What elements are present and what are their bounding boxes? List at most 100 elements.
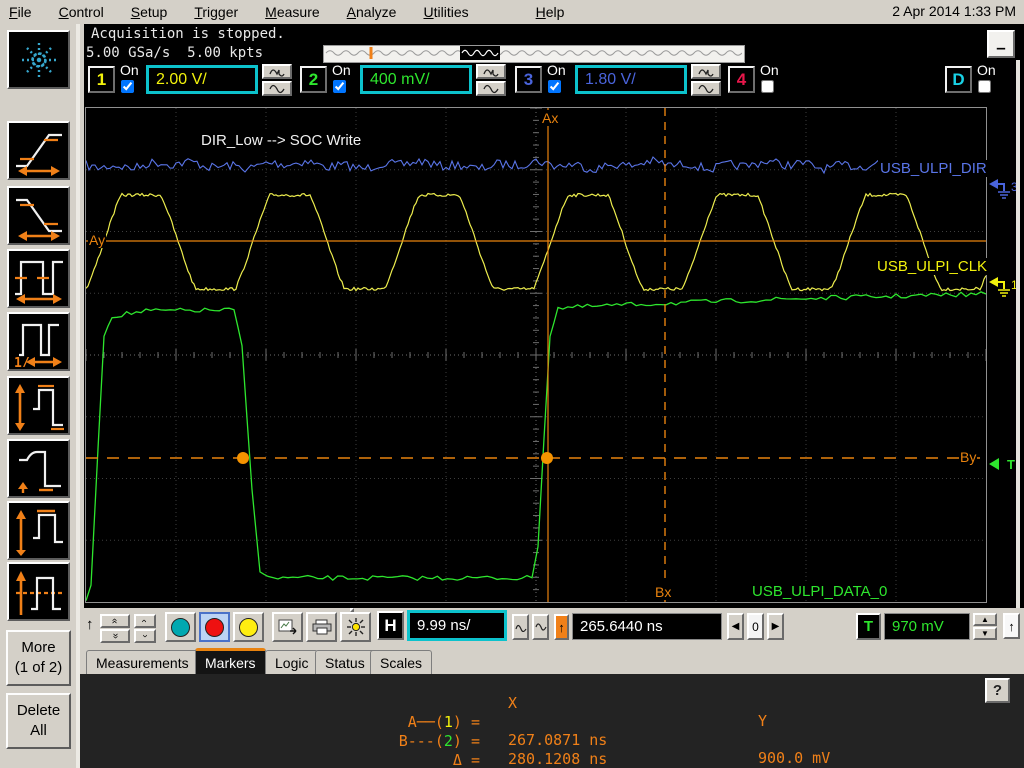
measure-frequency-button[interactable]: 1/ — [7, 312, 70, 371]
more-measurements-button[interactable]: More (1 of 2) — [6, 630, 71, 686]
marker-ax-label[interactable]: Ax — [541, 110, 560, 126]
channel-1-bw-button[interactable] — [262, 81, 292, 96]
marker-ay-label[interactable]: Ay — [88, 232, 107, 248]
measurement-sidebar: 1/ More (1 of 2) Delete All — [0, 24, 80, 768]
delete-all-button[interactable]: Delete All — [6, 693, 71, 749]
channel-3-coupling-button[interactable] — [691, 64, 721, 79]
digital-on-checkbox[interactable] — [978, 80, 991, 93]
logo-button[interactable] — [7, 30, 70, 89]
channel-3-on-checkbox[interactable] — [548, 80, 561, 93]
timebase-scale-field[interactable]: 9.99 ns/ — [407, 610, 507, 641]
fine-up-button[interactable]: › — [134, 614, 156, 628]
tab-measurements[interactable]: Measurements — [86, 650, 199, 674]
menu-analyze[interactable]: Analyze — [347, 4, 397, 20]
channel-3-bw-button[interactable] — [691, 81, 721, 96]
channel-1-on-checkbox[interactable] — [121, 80, 134, 93]
digital-on-label: On — [977, 62, 996, 78]
marker-color-red-button[interactable] — [199, 612, 230, 642]
trigger-level-reference-button[interactable]: ↑ — [1003, 613, 1020, 639]
sample-rate-readout: 5.00 GSa/s 5.00 kpts — [86, 45, 264, 61]
export-image-icon — [278, 619, 296, 635]
channel-2-on-checkbox[interactable] — [333, 80, 346, 93]
tab-markers[interactable]: Markers — [195, 648, 266, 674]
bottom-tab-bar: Measurements Markers Logic Status Scales — [80, 648, 1024, 674]
channel-2-coupling-button[interactable] — [476, 64, 506, 79]
measure-base-button[interactable] — [7, 439, 70, 498]
marker-color-teal-button[interactable] — [165, 612, 196, 642]
print-button[interactable] — [306, 612, 337, 642]
acquisition-status: Acquisition is stopped. — [91, 26, 285, 42]
amplitude-icon — [14, 383, 64, 431]
svg-text:T: T — [1007, 457, 1015, 472]
channel-2-scale-field[interactable]: 400 mV/ — [360, 65, 472, 94]
menu-setup[interactable]: Setup — [131, 4, 168, 20]
marker-bx-label[interactable]: Bx — [654, 584, 673, 600]
channel-2-wave-buttons — [476, 64, 506, 96]
channel-3-button[interactable]: 3 — [515, 66, 542, 93]
channel-4-on-checkbox[interactable] — [761, 80, 774, 93]
tab-logic[interactable]: Logic — [265, 650, 319, 674]
export-image-button[interactable] — [272, 612, 303, 642]
trigger-time-reference-button[interactable]: ↑ — [554, 614, 569, 640]
help-button[interactable]: ? — [985, 678, 1010, 703]
display-brightness-button[interactable] — [340, 612, 371, 642]
trigger-level-up-button[interactable]: ▲ — [973, 613, 997, 626]
delete-label-2: All — [30, 722, 47, 739]
delete-label-1: Delete — [16, 702, 61, 719]
digital-channels-button[interactable]: D — [945, 66, 972, 93]
minimize-button[interactable]: – — [987, 30, 1015, 58]
channel-2-on-label: On — [332, 62, 351, 78]
measure-amplitude-button[interactable] — [7, 376, 70, 435]
measure-fall-time-button[interactable] — [7, 186, 70, 245]
tab-status[interactable]: Status — [315, 650, 375, 674]
trace-label-usb-ulpi-clk: USB_ULPI_CLK — [875, 258, 990, 275]
channel-1-scale-field[interactable]: 2.00 V/ — [146, 65, 258, 94]
channel-4-button[interactable]: 4 — [728, 66, 755, 93]
measure-rise-time-button[interactable] — [7, 121, 70, 180]
tab-scales[interactable]: Scales — [370, 650, 433, 674]
horizontal-menu-button[interactable]: H — [377, 611, 404, 640]
more-label: More — [21, 639, 56, 656]
menu-measure[interactable]: Measure — [265, 4, 319, 20]
horizontal-position-field[interactable]: 265.6440 ns — [572, 613, 722, 640]
marker-by-label[interactable]: By — [959, 449, 978, 465]
unused — [350, 608, 354, 612]
starburst-logo-icon — [18, 39, 59, 80]
channel-1-coupling-button[interactable] — [262, 64, 292, 79]
trigger-menu-button[interactable]: T — [856, 613, 881, 640]
acquisition-overview-scrollbar[interactable] — [323, 45, 745, 63]
position-left-button[interactable]: ◀ — [727, 613, 744, 640]
hscale-wave-small-button[interactable] — [512, 614, 529, 640]
position-right-button[interactable]: ▶ — [767, 613, 784, 640]
menu-help[interactable]: Help — [536, 4, 565, 20]
measure-average-button[interactable] — [7, 562, 70, 621]
inverse-delta-row: 1/ΔX = 76.72418423011 MHz — [80, 752, 1024, 768]
coarse-up-button[interactable]: » — [100, 614, 130, 628]
pulse-width-icon — [14, 260, 63, 304]
menu-utilities[interactable]: Utilities — [423, 4, 468, 20]
channel-1-button[interactable]: 1 — [88, 66, 115, 93]
fine-down-button[interactable]: › — [134, 629, 156, 643]
measure-top-button[interactable] — [7, 501, 70, 560]
hscale-wave-large-button[interactable] — [532, 614, 549, 640]
brightness-sun-icon — [346, 618, 365, 636]
channel-3-scale-field[interactable]: 1.80 V/ — [575, 65, 687, 94]
channel-2-button[interactable]: 2 — [300, 66, 327, 93]
waveform-canvas[interactable] — [85, 107, 987, 602]
trigger-level-down-button[interactable]: ▼ — [973, 627, 997, 640]
menu-trigger[interactable]: Trigger — [194, 4, 238, 20]
coarse-down-button[interactable]: » — [100, 629, 130, 643]
channel-1-on-label: On — [120, 62, 139, 78]
trigger-level-field[interactable]: 970 mV — [884, 613, 970, 640]
channel-3-wave-buttons — [691, 64, 721, 96]
measure-pulse-width-button[interactable] — [7, 249, 70, 308]
menu-control[interactable]: Control — [59, 4, 104, 20]
position-zero-button[interactable]: 0 — [747, 613, 764, 640]
menu-file[interactable]: File — [9, 4, 32, 20]
channel-2-bw-button[interactable] — [476, 81, 506, 96]
fine-spinner: › › — [134, 614, 156, 643]
waveform-display[interactable]: DIR_Low --> SOC Write USB_ULPI_DIR USB_U… — [85, 107, 990, 603]
base-icon — [17, 450, 61, 493]
marker-color-yellow-button[interactable] — [233, 612, 264, 642]
marker-delta-row: Δ = 13.0337 ns 0.0 V — [452, 751, 480, 768]
